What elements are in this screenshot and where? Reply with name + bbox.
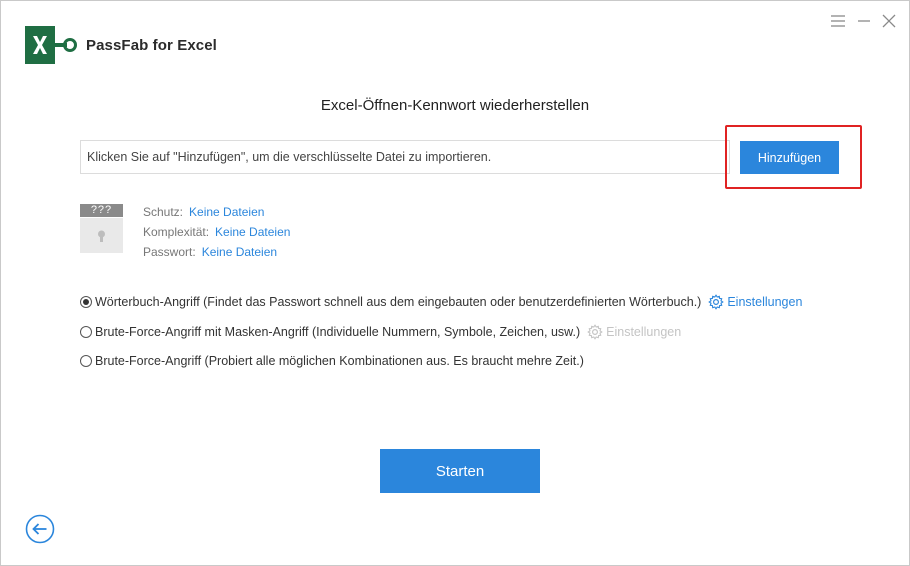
gear-icon <box>587 324 603 340</box>
mask-attack-radio[interactable] <box>80 326 92 338</box>
minimize-icon[interactable] <box>855 12 873 30</box>
info-password: Passwort: Keine Dateien <box>143 245 277 259</box>
close-icon[interactable] <box>880 12 898 30</box>
file-thumbnail-body <box>80 218 123 253</box>
mask-settings-label: Einstellungen <box>606 325 682 339</box>
complexity-value: Keine Dateien <box>215 225 291 239</box>
start-button[interactable]: Starten <box>380 449 540 493</box>
info-complexity: Komplexität: Keine Dateien <box>143 225 290 239</box>
app-title: PassFab for Excel <box>86 37 217 54</box>
file-thumbnail-label: ??? <box>80 204 123 217</box>
info-protection: Schutz: Keine Dateien <box>143 205 264 219</box>
dictionary-attack-radio[interactable] <box>80 296 92 308</box>
dictionary-settings-label[interactable]: Einstellungen <box>727 295 802 309</box>
brute-force-radio[interactable] <box>80 355 92 367</box>
file-path-input[interactable] <box>80 140 730 174</box>
lock-icon <box>98 230 105 242</box>
protection-value: Keine Dateien <box>189 205 265 219</box>
brute-force-label[interactable]: Brute-Force-Angriff (Probiert alle mögli… <box>95 354 584 368</box>
page-title: Excel-Öffnen-Kennwort wiederherstellen <box>320 97 590 114</box>
hamburger-menu-icon[interactable] <box>829 12 847 30</box>
dictionary-settings-link[interactable]: Einstellungen <box>708 294 802 310</box>
back-arrow-icon[interactable] <box>25 514 55 544</box>
mask-settings-link: Einstellungen <box>587 324 681 340</box>
file-thumbnail: ??? <box>80 204 123 253</box>
dictionary-attack-label[interactable]: Wörterbuch-Angriff (Findet das Passwort … <box>95 295 701 309</box>
protection-label: Schutz: <box>143 205 184 219</box>
option-mask-attack[interactable]: Brute-Force-Angriff mit Masken-Angriff (… <box>80 324 681 340</box>
password-label: Passwort: <box>143 245 196 259</box>
complexity-label: Komplexität: <box>143 225 210 239</box>
option-brute-force-attack[interactable]: Brute-Force-Angriff (Probiert alle mögli… <box>80 354 584 368</box>
add-file-button[interactable]: Hinzufügen <box>740 141 839 174</box>
mask-attack-label[interactable]: Brute-Force-Angriff mit Masken-Angriff (… <box>95 325 580 339</box>
option-dictionary-attack[interactable]: Wörterbuch-Angriff (Findet das Passwort … <box>80 294 802 310</box>
password-value: Keine Dateien <box>201 245 278 259</box>
gear-icon <box>708 294 725 310</box>
excel-key-logo-icon <box>25 26 77 64</box>
